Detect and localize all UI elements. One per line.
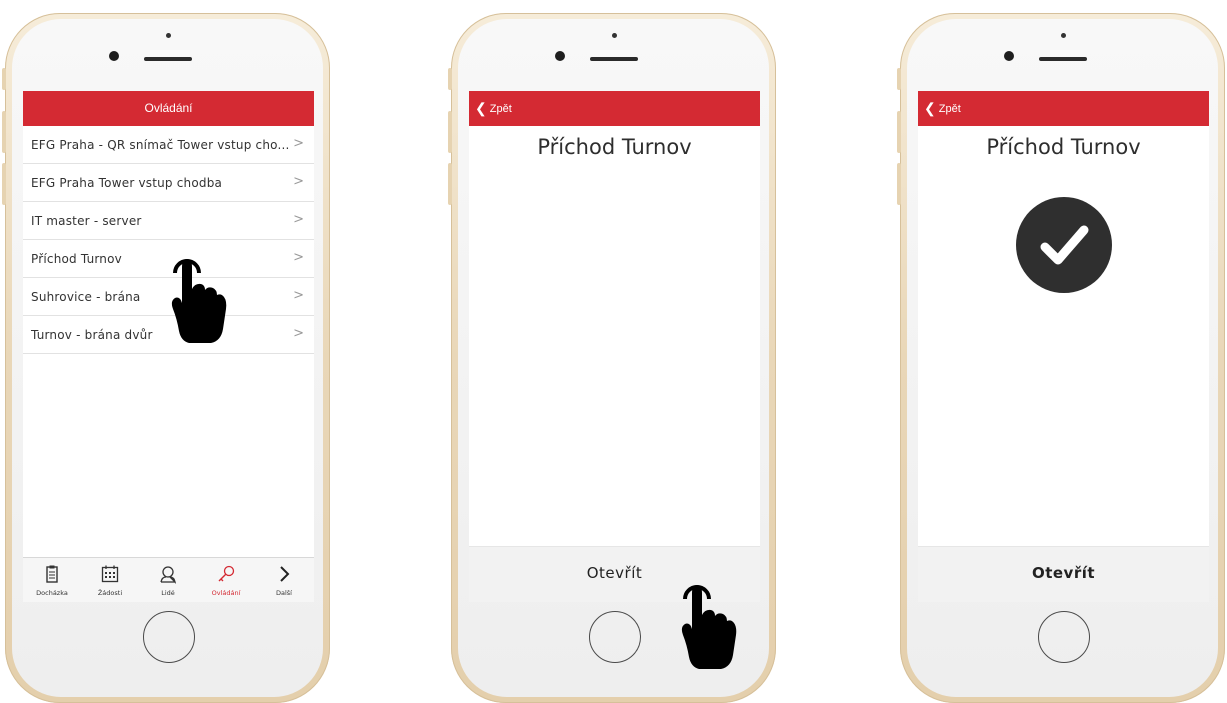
mute-switch bbox=[2, 68, 6, 90]
tab-ovladani[interactable]: Ovládání bbox=[197, 558, 255, 602]
back-button[interactable]: ❮ Zpět bbox=[475, 100, 512, 117]
tab-label: Docházka bbox=[36, 589, 68, 597]
tab-lide[interactable]: Lidé bbox=[139, 558, 197, 602]
mute-switch bbox=[897, 68, 901, 90]
earpiece-speaker bbox=[589, 57, 638, 61]
home-button[interactable] bbox=[588, 611, 641, 663]
calendar-icon bbox=[101, 565, 119, 583]
key-icon bbox=[218, 565, 235, 582]
tap-hand-icon bbox=[681, 585, 737, 669]
earpiece-speaker bbox=[143, 57, 192, 61]
door-title: Příchod Turnov bbox=[986, 135, 1141, 159]
nav-bar: ❮ Zpět bbox=[469, 91, 760, 126]
chevron-left-icon: ❮ bbox=[475, 100, 487, 116]
chevron-right-icon: > bbox=[293, 136, 304, 151]
home-button[interactable] bbox=[1037, 611, 1090, 663]
open-button[interactable]: Otevřít bbox=[918, 546, 1209, 602]
volume-down-button bbox=[448, 163, 452, 205]
list-item[interactable]: EFG Praha - QR snímač Tower vstup cho...… bbox=[23, 126, 314, 164]
tab-bar: Docházka Žádosti Lidé Ovládání Další bbox=[23, 557, 314, 602]
list-item-label: EFG Praha Tower vstup chodba bbox=[31, 176, 223, 190]
list-item-label: IT master - server bbox=[31, 214, 142, 228]
list-item-label: Turnov - brána dvůr bbox=[31, 328, 153, 342]
tab-zadosti[interactable]: Žádosti bbox=[81, 558, 139, 602]
list-item-label: Suhrovice - brána bbox=[31, 290, 141, 304]
list-item-label: Příchod Turnov bbox=[31, 252, 122, 266]
phone-1: Ovládání EFG Praha - QR snímač Tower vst… bbox=[2, 13, 330, 703]
screen: ❮ Zpět Příchod Turnov Otevřít bbox=[469, 91, 760, 602]
checkmark-icon bbox=[1040, 225, 1088, 265]
nav-bar: Ovládání bbox=[23, 91, 314, 126]
tab-label: Další bbox=[276, 589, 292, 597]
volume-down-button bbox=[2, 163, 6, 205]
screen: ❮ Zpět Příchod Turnov Otevřít bbox=[918, 91, 1209, 602]
phone-2: ❮ Zpět Příchod Turnov Otevřít bbox=[448, 13, 776, 703]
tab-label: Ovládání bbox=[211, 589, 241, 597]
tap-hand-icon bbox=[171, 259, 227, 343]
nav-bar: ❮ Zpět bbox=[918, 91, 1209, 126]
chevron-right-icon bbox=[280, 566, 290, 582]
back-label: Zpět bbox=[489, 103, 512, 115]
proximity-sensor bbox=[1060, 33, 1066, 38]
chevron-right-icon: > bbox=[293, 174, 304, 189]
earpiece-speaker bbox=[1038, 57, 1087, 61]
list-item[interactable]: EFG Praha Tower vstup chodba > bbox=[23, 164, 314, 202]
proximity-sensor bbox=[165, 33, 171, 38]
tab-label: Lidé bbox=[161, 589, 175, 597]
volume-up-button bbox=[897, 111, 901, 153]
list-item-label: EFG Praha - QR snímač Tower vstup cho... bbox=[31, 138, 290, 152]
tab-dochazka[interactable]: Docházka bbox=[23, 558, 81, 602]
volume-up-button bbox=[448, 111, 452, 153]
chevron-right-icon: > bbox=[293, 250, 304, 265]
tab-dalsi[interactable]: Další bbox=[255, 558, 313, 602]
page-title: Ovládání bbox=[144, 101, 193, 115]
list-item[interactable]: IT master - server > bbox=[23, 202, 314, 240]
open-label: Otevřít bbox=[1031, 564, 1096, 582]
volume-down-button bbox=[897, 163, 901, 205]
proximity-sensor bbox=[611, 33, 617, 38]
chevron-right-icon: > bbox=[293, 326, 304, 341]
front-camera bbox=[1004, 51, 1014, 61]
tab-label: Žádosti bbox=[97, 589, 123, 597]
clipboard-icon bbox=[46, 565, 58, 583]
volume-up-button bbox=[2, 111, 6, 153]
front-camera bbox=[109, 51, 119, 61]
chevron-right-icon: > bbox=[293, 288, 304, 303]
person-icon bbox=[160, 566, 177, 584]
chevron-left-icon: ❮ bbox=[924, 100, 936, 116]
phone-3: ❮ Zpět Příchod Turnov Otevřít bbox=[897, 13, 1225, 703]
success-badge bbox=[1015, 197, 1112, 293]
mute-switch bbox=[448, 68, 452, 90]
chevron-right-icon: > bbox=[293, 212, 304, 227]
back-label: Zpět bbox=[938, 103, 961, 115]
door-title: Příchod Turnov bbox=[537, 135, 692, 159]
back-button[interactable]: ❮ Zpět bbox=[924, 100, 961, 117]
front-camera bbox=[555, 51, 565, 61]
screen: Ovládání EFG Praha - QR snímač Tower vst… bbox=[23, 91, 314, 602]
home-button[interactable] bbox=[142, 611, 195, 663]
